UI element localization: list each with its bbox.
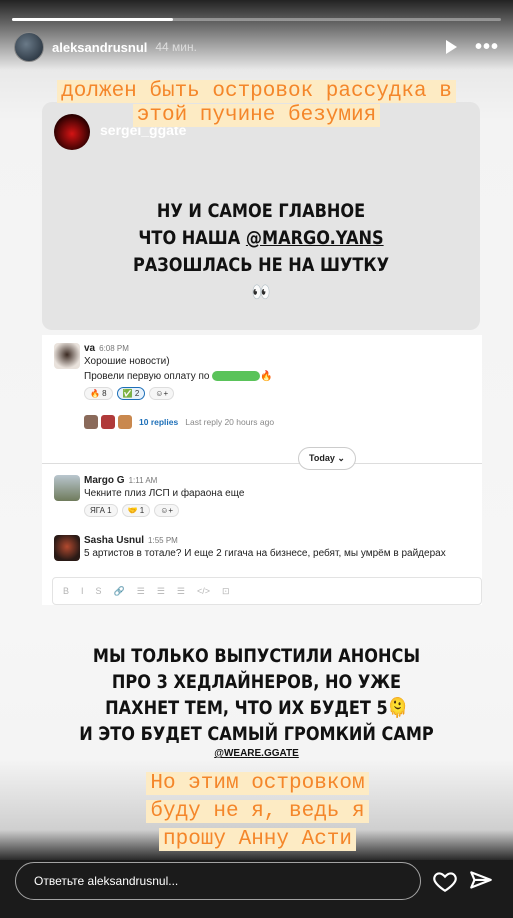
bottom-caption-line-1: Но этим островком [146,772,369,795]
slack-time-1: 6:08 PM [99,344,129,353]
reactions-2: ЯГА 1 🤝 1 ☺+ [84,504,474,517]
slack-name-2: Margo G [84,475,125,486]
reply-input[interactable]: Ответьте aleksandrusnul... [15,862,421,900]
story-progress-bar [12,18,501,21]
code-block-icon[interactable]: ⊡ [222,586,230,597]
bullet-list-icon[interactable]: ☰ [157,586,165,597]
top-caption-line-2: этой пучине безумия [132,104,381,127]
more-icon[interactable]: ••• [475,37,499,57]
card-text-line-2: ЧТО НАША [138,227,246,249]
today-dropdown[interactable]: Today ⌄ [298,447,356,470]
play-icon[interactable] [445,40,457,54]
reply-avatar-1 [84,415,98,429]
mention-link[interactable]: @MARGO.YANS [246,227,384,249]
card-text-line-1: НУ И САМОЕ ГЛАВНОЕ [156,200,366,222]
reaction-handshake[interactable]: 🤝 1 [121,504,151,517]
reactions-1: 🔥 8 ✅ 2 ☺+ [84,387,474,400]
add-reaction-icon[interactable]: ☺+ [154,504,180,517]
link-icon[interactable]: 🔗 [114,586,125,597]
thread-replies[interactable]: 10 replies Last reply 20 hours ago [84,415,274,429]
slack-text-1b: Провели первую оплату по [84,371,210,382]
quoted-story-card: sergei_ggate НУ И САМОЕ ГЛАВНОЕ ЧТО НАША… [42,102,480,330]
fire-emoji: 🔥 [260,371,273,382]
day-divider [42,463,482,464]
slack-time-2: 1:11 AM [128,476,158,485]
reply-avatar-3 [118,415,132,429]
main-text-line-1: МЫ ТОЛЬКО ВЫПУСТИЛИ АНОНСЫ [92,645,421,667]
main-text: МЫ ТОЛЬКО ВЫПУСТИЛИ АНОНСЫ ПРО 3 ХЕДЛАЙН… [72,643,440,747]
bold-icon[interactable]: B [63,586,69,596]
bottom-caption: Но этим островком буду не я, ведь я прош… [120,770,395,854]
replies-meta: Last reply 20 hours ago [185,417,275,427]
card-text: НУ И САМОЕ ГЛАВНОЕ ЧТО НАША @MARGO.YANS … [75,198,447,306]
main-text-line-3: ПАХНЕТ ТЕМ, ЧТО ИХ БУДЕТ 5🫠 [105,697,408,719]
redacted-pill [212,371,261,382]
quote-icon[interactable]: ☰ [177,586,185,597]
slack-text-2: Чекните плиз ЛСП и фараона еще [84,488,245,499]
avatar[interactable] [14,32,44,62]
slack-message-1: va 6:08 PM Хорошие новости) Провели перву… [54,343,474,413]
eyes-emoji: 👀 [251,282,271,303]
story-viewer: aleksandrusnul 44 мин. ••• sergei_ggate … [0,0,513,918]
ordered-list-icon[interactable]: ☰ [137,586,145,597]
heart-icon[interactable] [432,868,458,894]
handle-mention[interactable]: @WEARE.GGATE [0,748,513,759]
reaction-yaga[interactable]: ЯГА 1 [84,504,118,517]
slack-time-3: 1:55 PM [148,536,178,545]
top-caption-line-1: должен быть островок рассудка в [57,80,456,103]
slack-text-1a: Хорошие новости) [84,356,170,367]
reaction-check[interactable]: ✅ 2 [116,387,146,400]
main-text-line-4: И ЭТО БУДЕТ САМЫЙ ГРОМКИЙ САМР [79,723,434,745]
slack-avatar-2 [54,475,80,501]
send-icon[interactable] [468,868,494,894]
bottom-caption-line-3: прошу Анну Асти [158,828,357,851]
main-text-line-2: ПРО 3 ХЕДЛАЙНЕРОВ, НО УЖЕ [111,671,402,693]
slack-message-3: Sasha Usnul 1:55 PM 5 артистов в тотале? … [54,535,474,571]
story-header: aleksandrusnul 44 мин. ••• [14,32,499,62]
top-caption: должен быть островок рассудка в этой пуч… [28,80,485,128]
slack-screenshot: va 6:08 PM Хорошие новости) Провели перву… [42,335,482,605]
code-icon[interactable]: </> [197,586,210,596]
reaction-fire[interactable]: 🔥 8 [84,387,113,400]
slack-message-2: Margo G 1:11 AM Чекните плиз ЛСП и фараон… [54,475,474,523]
strike-icon[interactable]: S [96,586,102,596]
italic-icon[interactable]: I [81,586,84,596]
slack-text-3: 5 артистов в тотале? И еще 2 гигача на б… [84,548,446,559]
card-text-line-3: РАЗОШЛАСЬ НЕ НА ШУТКУ [132,254,390,276]
story-username[interactable]: aleksandrusnul [52,40,147,55]
story-time: 44 мин. [155,40,197,54]
slack-name-3: Sasha Usnul [84,535,145,546]
reply-avatar-2 [101,415,115,429]
story-progress-fill [12,18,174,21]
slack-name-1: va [84,343,96,354]
replies-link[interactable]: 10 replies [139,417,178,427]
slack-avatar-3 [54,535,80,561]
slack-avatar-1 [54,343,80,369]
bottom-caption-line-2: буду не я, ведь я [146,800,369,823]
add-reaction-icon[interactable]: ☺+ [149,387,175,400]
slack-composer-toolbar[interactable]: B I S 🔗 ☰ ☰ ☰ </> ⊡ [52,577,482,605]
